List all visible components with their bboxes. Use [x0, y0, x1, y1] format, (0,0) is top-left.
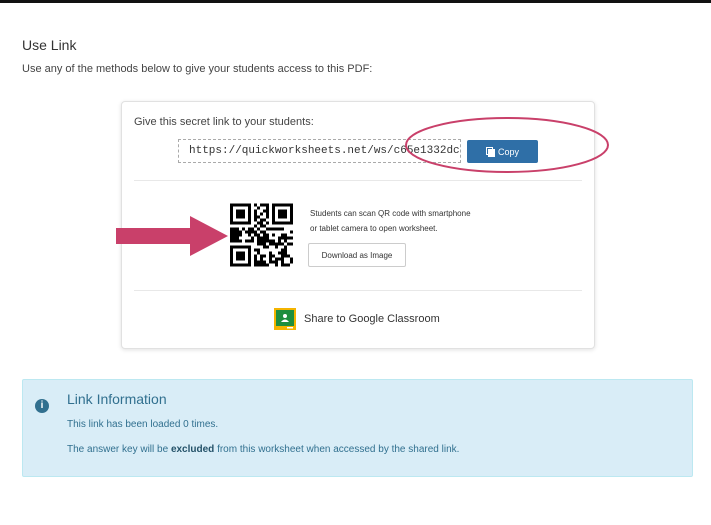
top-rule [0, 0, 711, 3]
share-card: Give this secret link to your students: … [121, 101, 595, 349]
secret-link-field[interactable]: https://quickworksheets.net/ws/c65e1332d… [178, 139, 461, 163]
divider [134, 290, 582, 291]
share-google-classroom-button[interactable]: Share to Google Classroom [274, 308, 440, 330]
download-image-button[interactable]: Download as Image [308, 243, 406, 267]
info-note-bold: excluded [170, 444, 215, 455]
divider [134, 180, 582, 181]
info-load-count: This link has been loaded 0 times. [67, 419, 219, 430]
qr-code-image [230, 203, 293, 267]
qr-instructions-line2: or tablet camera to open worksheet. [310, 224, 438, 233]
page-title: Use Link [22, 37, 77, 53]
copy-button-label: Copy [497, 146, 519, 157]
copy-icon [485, 147, 495, 157]
page-subtext: Use any of the methods below to give you… [22, 63, 373, 75]
qr-instructions: Students can scan QR code with smartphon… [310, 206, 471, 236]
info-note-start: The answer key will be [67, 444, 171, 455]
secret-link-label: Give this secret link to your students: [134, 116, 314, 128]
google-classroom-label: Share to Google Classroom [304, 313, 440, 325]
info-title: Link Information [67, 391, 167, 407]
copy-button[interactable]: Copy [467, 140, 538, 163]
link-information-panel: i Link Information This link has been lo… [22, 379, 693, 477]
info-answer-key-note: The answer key will be excluded from thi… [67, 444, 459, 455]
info-circle-icon: i [35, 399, 49, 413]
qr-instructions-line1: Students can scan QR code with smartphon… [310, 209, 471, 218]
google-classroom-icon [274, 308, 296, 330]
info-note-end: from this worksheet when accessed by the… [214, 444, 460, 455]
